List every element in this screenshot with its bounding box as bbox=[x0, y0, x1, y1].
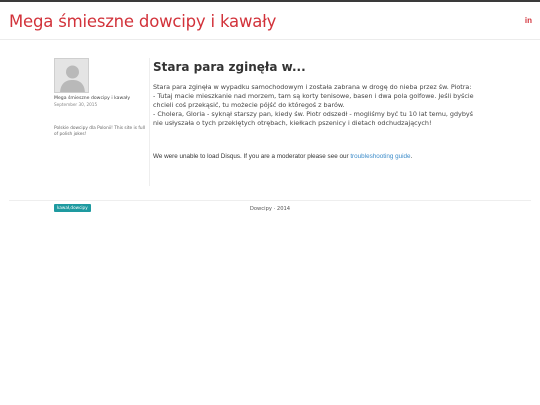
user-silhouette-icon bbox=[55, 59, 88, 92]
post-body: Stara para zginęła w wypadku samochodowy… bbox=[153, 83, 483, 128]
footer-text: Dowcipy · 2014 bbox=[249, 206, 291, 212]
disqus-message: We were unable to load Disqus. If you ar… bbox=[153, 153, 351, 160]
author-bio: Polskie dowcipy dla Polonii! This site i… bbox=[54, 126, 145, 137]
avatar bbox=[54, 58, 89, 93]
disqus-notice: We were unable to load Disqus. If you ar… bbox=[153, 153, 483, 160]
author-sidebar: Mega śmieszne dowcipy i kawały September… bbox=[54, 58, 150, 212]
linkedin-icon[interactable]: in bbox=[525, 16, 532, 25]
troubleshooting-guide-link[interactable]: troubleshooting guide bbox=[350, 153, 410, 160]
disqus-suffix: . bbox=[410, 153, 413, 160]
site-header: Mega śmieszne dowcipy i kawały in bbox=[0, 2, 540, 40]
post-paragraph: - Tutaj macie mieszkanie nad morzem, tam… bbox=[153, 92, 474, 109]
site-title-link[interactable]: Mega śmieszne dowcipy i kawały bbox=[9, 12, 276, 31]
post-paragraph: - Cholera, Gloria - syknął starszy pan, … bbox=[153, 110, 473, 127]
post-title: Stara para zginęła w... bbox=[153, 60, 306, 74]
footer-divider bbox=[9, 200, 531, 201]
post-paragraph: Stara para zginęła w wypadku samochodowy… bbox=[153, 83, 472, 91]
post-date: September 30, 2015 bbox=[54, 102, 98, 107]
